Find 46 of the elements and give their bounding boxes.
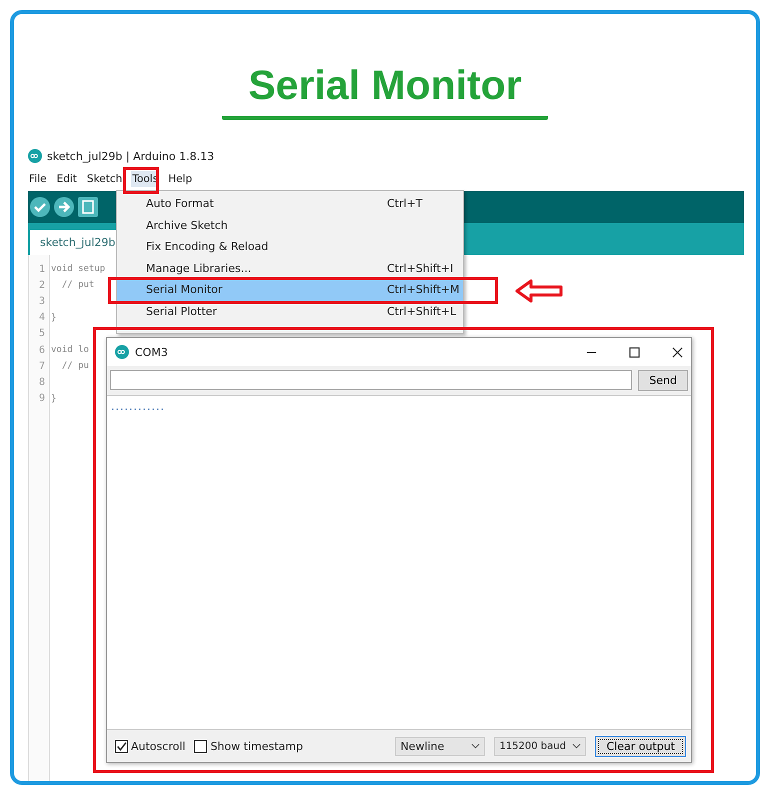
- arrow-icon: [515, 279, 563, 303]
- input-field[interactable]: [110, 370, 632, 390]
- window-title: sketch_jul29b | Arduino 1.8.13: [47, 150, 214, 162]
- code-line: }: [51, 312, 56, 323]
- chevron-icon: [471, 743, 480, 749]
- menu-entry[interactable]: Manage Libraries... Ctrl+Shift+I: [117, 258, 463, 279]
- infinity-logo-icon: [28, 149, 42, 163]
- maximize-icon[interactable]: [629, 346, 640, 358]
- code-line: void lo: [51, 345, 89, 356]
- line-number: 5: [38, 328, 46, 340]
- heading: Serial Monitor: [222, 60, 548, 120]
- line-number: 3: [38, 296, 46, 307]
- line-number: 6: [38, 344, 46, 356]
- checkbox-label: Autoscroll: [131, 740, 186, 752]
- code-line: void setup: [51, 264, 106, 274]
- baud-rate-dropdown[interactable]: 115200 baud: [494, 736, 586, 756]
- menu-entry[interactable]: Serial Plotter Ctrl+Shift+L: [117, 300, 463, 322]
- line-number: 2: [38, 280, 46, 291]
- verify-icon[interactable]: [30, 197, 50, 217]
- line-ending-dropdown[interactable]: Newline: [395, 736, 486, 756]
- send-button[interactable]: Send: [638, 370, 688, 391]
- code-line: }: [51, 394, 56, 404]
- line-number: 1: [38, 264, 46, 275]
- window-title: COM3: [135, 346, 169, 358]
- menu-item[interactable]: Sketch: [86, 171, 124, 187]
- upload-icon[interactable]: [54, 197, 74, 217]
- output-text: ............: [111, 400, 165, 413]
- checkbox[interactable]: [194, 740, 208, 752]
- highlight-frame: [123, 167, 159, 194]
- menu-item[interactable]: File: [28, 171, 48, 187]
- chevron-icon: [572, 743, 582, 749]
- line-number: 7: [38, 360, 46, 372]
- code-line: // put: [60, 280, 94, 290]
- close-icon[interactable]: [672, 346, 683, 358]
- menu-entry[interactable]: Auto Format Ctrl+T: [117, 193, 463, 214]
- line-number: 9: [38, 393, 46, 404]
- line-number: 4: [38, 312, 46, 324]
- checkbox-label: Show timestamp: [210, 740, 303, 752]
- menu-item[interactable]: Help: [167, 171, 194, 187]
- menu-item[interactable]: Edit: [56, 171, 78, 187]
- clear-output-button[interactable]: Clear output: [595, 736, 686, 756]
- infinity-logo-icon: [115, 345, 129, 359]
- line-number: 8: [38, 376, 46, 388]
- code-line: // pu: [60, 361, 89, 372]
- menu-entry[interactable]: Serial Monitor Ctrl+Shift+M: [117, 279, 463, 300]
- checkbox[interactable]: [115, 740, 128, 752]
